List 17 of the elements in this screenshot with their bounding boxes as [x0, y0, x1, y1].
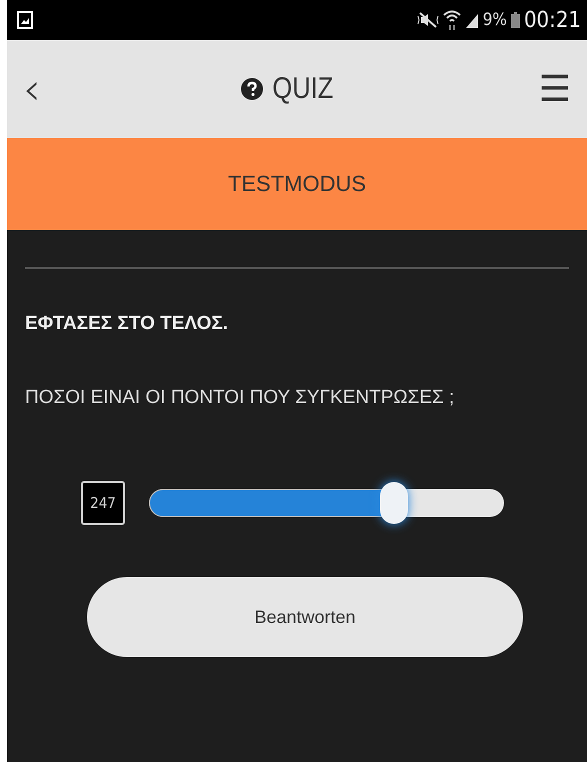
help-icon: [240, 78, 263, 100]
menu-button[interactable]: ☰: [532, 68, 577, 110]
wifi-icon: [442, 9, 461, 31]
slider-thumb[interactable]: [380, 482, 408, 524]
battery-percent: 9%: [482, 10, 507, 30]
status-time: 00:21: [524, 8, 581, 32]
battery-icon: [510, 12, 520, 28]
gallery-icon: [17, 11, 33, 29]
app-title: QUIZ: [272, 72, 334, 106]
signal-icon: [464, 12, 479, 28]
result-heading: ΕΦΤΑΣΕΣ ΣΤΟ ΤΕΛΟΣ.: [25, 313, 230, 335]
value-box: 247: [81, 481, 125, 525]
mute-icon: [416, 11, 439, 29]
answer-button[interactable]: Beantworten: [87, 577, 523, 657]
mode-label: TESTMODUS: [228, 171, 366, 197]
question-text: ΠΟΣΟΙ ΕΙΝΑΙ ΟΙ ΠΟΝΤΟΙ ΠΟΥ ΣΥΓΚΕΝΤΡΩΣΕΣ ;: [25, 387, 456, 409]
back-button[interactable]: ‹: [17, 64, 47, 114]
